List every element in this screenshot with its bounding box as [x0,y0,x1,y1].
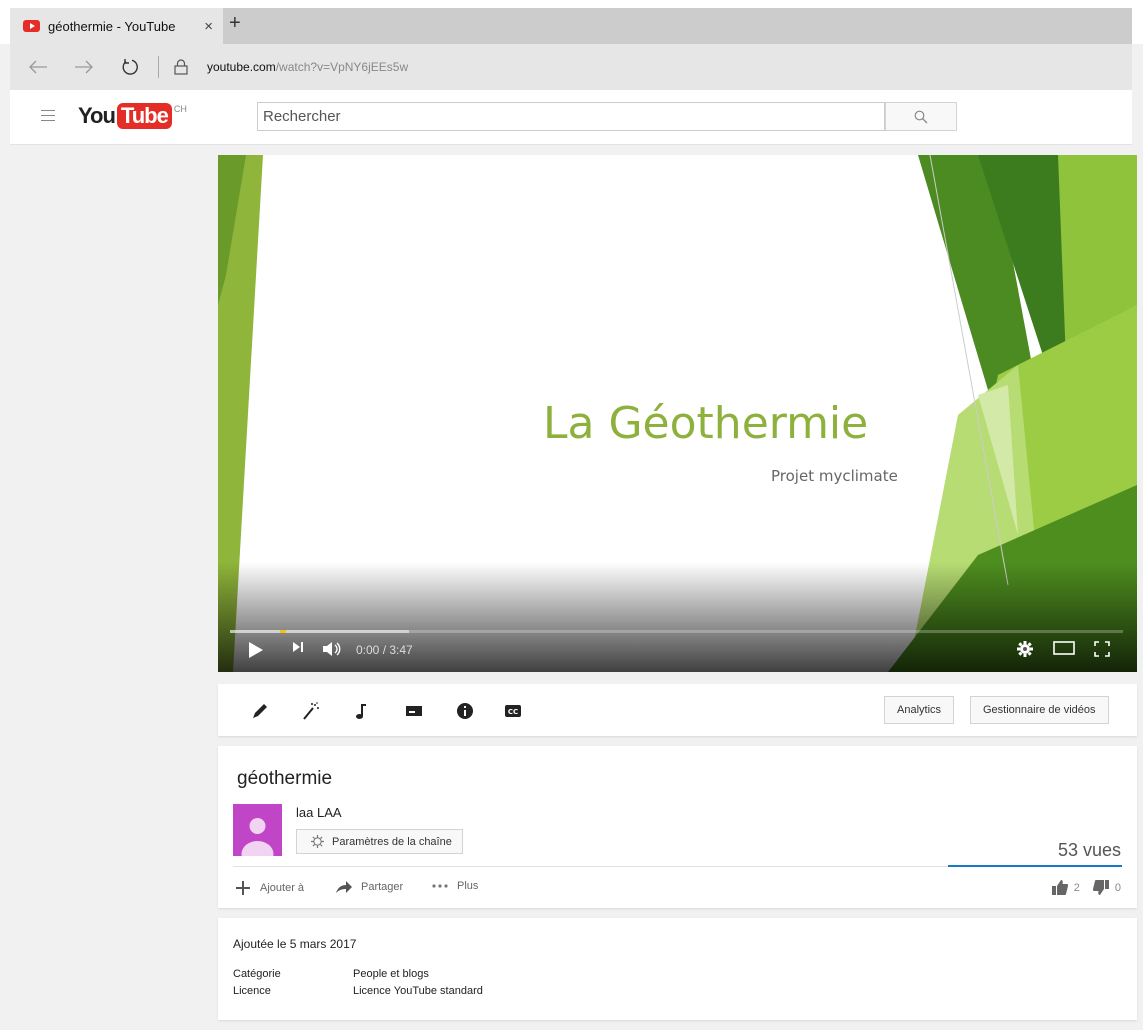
info-cards-icon[interactable] [455,702,475,720]
forward-arrow-icon[interactable] [72,55,96,79]
settings-gear-icon[interactable] [1017,641,1033,657]
annotations-icon[interactable] [404,702,424,720]
more-label: Plus [457,880,479,892]
view-count: 53 vues [1057,840,1121,860]
like-dislike-group: 2 0 [1051,880,1121,895]
license-value: Licence YouTube standard [353,985,483,997]
like-count: 2 [1073,881,1080,894]
category-value[interactable]: People et blogs [353,968,429,980]
video-title: géothermie [237,768,333,789]
slide-title: La Géothermie [543,398,869,449]
creator-toolbar: CC Analytics Gestionnaire de vidéos [218,684,1137,736]
channel-settings-label: Paramètres de la chaîne [332,835,452,848]
channel-settings-button[interactable]: Paramètres de la chaîne [296,829,463,854]
tab-strip [223,8,1132,44]
address-bar[interactable]: youtube.com/watch?v=VpNY6jEEs5w [207,60,408,74]
slide-subtitle: Projet myclimate [771,467,898,485]
gear-icon [311,835,324,848]
share-arrow-icon [336,881,352,893]
back-arrow-icon[interactable] [26,55,50,79]
dislike-count: 0 [1114,881,1121,894]
theater-mode-icon[interactable] [1053,641,1075,655]
description-card: Ajoutée le 5 mars 2017 Catégorie People … [218,918,1137,1020]
add-to-label: Ajouter à [260,882,305,894]
enhance-wand-icon[interactable] [301,702,321,720]
category-label: Catégorie [233,968,281,980]
logo-you: You [78,103,116,128]
search-button[interactable] [885,102,957,131]
more-dots-icon [432,884,448,888]
video-manager-button[interactable]: Gestionnaire de vidéos [970,696,1109,724]
share-label: Partager [361,881,404,893]
youtube-header: You Tube CH Rechercher [10,90,1132,145]
thumbs-up-icon[interactable] [1051,880,1068,895]
more-button[interactable]: Plus [431,880,478,892]
add-to-button[interactable]: Ajouter à [235,880,304,896]
guide-menu-icon[interactable] [41,110,55,125]
channel-name[interactable]: laa LAA [296,805,342,820]
video-player[interactable]: La Géothermie Projet myclimate 0:00 / 3:… [218,155,1137,672]
publish-date: Ajoutée le 5 mars 2017 [233,937,357,951]
refresh-icon[interactable] [118,55,142,79]
search-input[interactable]: Rechercher [257,102,885,131]
play-icon[interactable] [248,641,264,659]
progress-marker [280,630,286,633]
avatar[interactable] [233,804,282,856]
thumbs-down-icon[interactable] [1092,880,1109,895]
fullscreen-icon[interactable] [1094,641,1110,657]
url-domain: youtube.com [207,60,276,74]
url-path: /watch?v=VpNY6jEEs5w [275,60,409,74]
analytics-button[interactable]: Analytics [884,696,955,724]
share-button[interactable]: Partager [335,880,403,894]
svg-text:CC: CC [508,708,518,716]
like-ratio-bar [948,865,1122,867]
progress-bar[interactable] [230,630,1123,633]
browser-tab-bar: géothermie - YouTube × + [0,0,1143,44]
new-tab-button[interactable]: + [229,12,241,35]
browser-tab[interactable]: géothermie - YouTube × [10,8,223,44]
edit-icon[interactable] [250,702,270,720]
video-info-card: géothermie laa LAA Paramètres de la chaî… [218,746,1137,908]
volume-icon[interactable] [322,641,342,657]
youtube-favicon-icon [23,20,40,32]
license-label: Licence [233,985,271,997]
plus-icon [236,881,250,895]
audio-note-icon[interactable] [351,702,371,720]
youtube-logo[interactable]: You Tube CH [78,103,187,129]
subtitles-cc-icon[interactable]: CC [503,702,523,720]
logo-tube: Tube [116,103,172,129]
nav-separator [158,56,159,78]
search-icon [914,110,928,123]
progress-buffered [230,630,409,633]
license-row: Licence Licence YouTube standard [233,985,483,997]
category-row: Catégorie People et blogs [233,968,429,980]
next-icon[interactable] [292,641,304,653]
time-display: 0:00 / 3:47 [356,643,413,657]
tab-close-icon[interactable]: × [204,18,213,35]
country-code: CH [173,104,187,114]
tab-title: géothermie - YouTube [48,18,176,34]
browser-nav-bar: youtube.com/watch?v=VpNY6jEEs5w [10,44,1132,90]
lock-icon[interactable] [169,55,193,79]
